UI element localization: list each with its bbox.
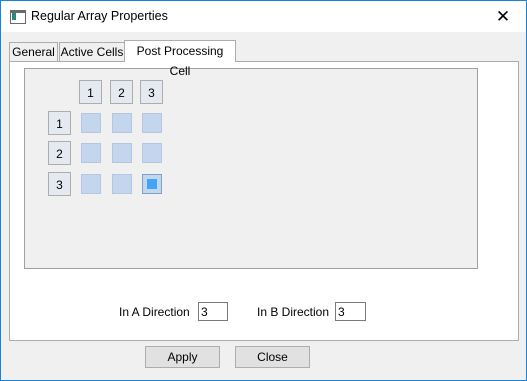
- grid-cell-1-1[interactable]: [81, 113, 101, 133]
- close-button[interactable]: Close: [235, 346, 310, 368]
- a-direction-label: In A Direction: [119, 305, 190, 319]
- tab-panel: 1 2 3 1 2 3 In A Direction In B Directio…: [9, 61, 519, 341]
- b-direction-input[interactable]: [335, 302, 366, 321]
- grid-cell-1-2[interactable]: [112, 113, 132, 133]
- grid-cell-2-3[interactable]: [142, 143, 162, 163]
- grid-cell-2-1[interactable]: [81, 143, 101, 163]
- tab-active-cells[interactable]: Active Cells: [59, 42, 125, 61]
- a-direction-input[interactable]: [198, 302, 228, 321]
- row-header-1[interactable]: 1: [48, 111, 71, 135]
- title-bar: Regular Array Properties ✕: [1, 1, 526, 32]
- grid-cell-3-2[interactable]: [112, 174, 132, 194]
- app-window-icon: [10, 10, 26, 24]
- dialog-window: Regular Array Properties ✕ General Activ…: [0, 0, 527, 381]
- column-header-3[interactable]: 3: [140, 80, 163, 104]
- tab-post-processing-cell[interactable]: Post Processing Cell: [124, 40, 236, 78]
- tab-general[interactable]: General: [9, 42, 58, 61]
- column-header-1[interactable]: 1: [79, 80, 102, 104]
- b-direction-label: In B Direction: [257, 305, 330, 319]
- grid-cell-3-1[interactable]: [81, 174, 101, 194]
- grid-cell-2-2[interactable]: [112, 143, 132, 163]
- column-header-2[interactable]: 2: [110, 80, 133, 104]
- grid-cell-1-3[interactable]: [142, 113, 162, 133]
- window-title: Regular Array Properties: [31, 9, 168, 23]
- cell-grid-area: 1 2 3 1 2 3: [24, 68, 478, 269]
- apply-button[interactable]: Apply: [145, 346, 220, 368]
- close-icon[interactable]: ✕: [480, 1, 526, 32]
- row-header-2[interactable]: 2: [48, 141, 71, 165]
- row-header-3[interactable]: 3: [48, 172, 71, 196]
- grid-cell-3-3-selected[interactable]: [142, 174, 162, 194]
